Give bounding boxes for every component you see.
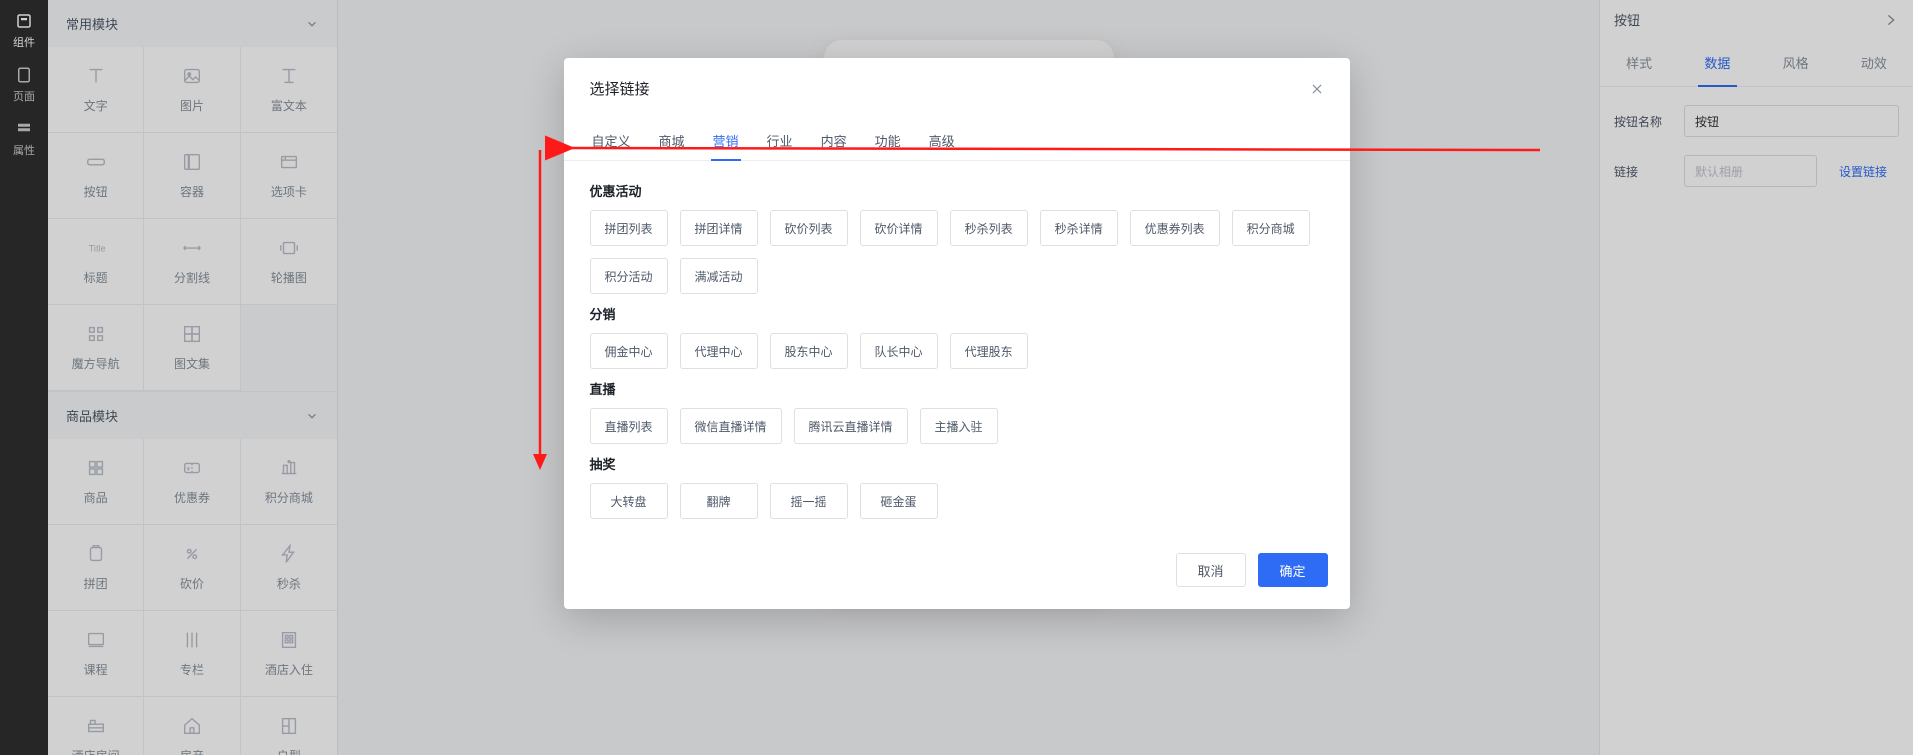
app-root: 组件 页面 属性 常用模块 文字图片富文本按钮容器选项卡Title标题分割线轮播…	[0, 0, 1913, 755]
chip-group: 大转盘翻牌摇一摇砸金蛋	[590, 483, 1324, 519]
link-chip[interactable]: 翻牌	[680, 483, 758, 519]
link-chip[interactable]: 主播入驻	[920, 408, 998, 444]
modal-tab[interactable]: 自定义	[590, 121, 633, 160]
link-section: 抽奖大转盘翻牌摇一摇砸金蛋	[590, 454, 1324, 519]
modal-tab[interactable]: 高级	[927, 121, 957, 160]
modal-header: 选择链接	[564, 58, 1350, 111]
link-chip[interactable]: 积分商城	[1232, 210, 1310, 246]
modal-body: 优惠活动拼团列表拼团详情砍价列表砍价详情秒杀列表秒杀详情优惠券列表积分商城积分活…	[564, 161, 1350, 537]
link-section: 直播直播列表微信直播详情腾讯云直播详情主播入驻	[590, 379, 1324, 444]
link-chip[interactable]: 拼团列表	[590, 210, 668, 246]
link-chip[interactable]: 微信直播详情	[680, 408, 782, 444]
link-chip[interactable]: 优惠券列表	[1130, 210, 1220, 246]
modal-tabs: 自定义商城营销行业内容功能高级	[564, 121, 1350, 161]
cancel-button[interactable]: 取消	[1176, 553, 1246, 587]
link-chip[interactable]: 积分活动	[590, 258, 668, 294]
link-chip[interactable]: 股东中心	[770, 333, 848, 369]
chip-group: 拼团列表拼团详情砍价列表砍价详情秒杀列表秒杀详情优惠券列表积分商城积分活动满减活…	[590, 210, 1324, 294]
link-chip[interactable]: 大转盘	[590, 483, 668, 519]
link-chip[interactable]: 腾讯云直播详情	[794, 408, 908, 444]
link-section-title: 分销	[590, 304, 1324, 323]
link-section-title: 优惠活动	[590, 181, 1324, 200]
link-chip[interactable]: 拼团详情	[680, 210, 758, 246]
link-picker-modal: 选择链接 自定义商城营销行业内容功能高级 优惠活动拼团列表拼团详情砍价列表砍价详…	[564, 58, 1350, 609]
link-chip[interactable]: 满减活动	[680, 258, 758, 294]
modal-footer: 取消 确定	[564, 537, 1350, 609]
link-section: 分销佣金中心代理中心股东中心队长中心代理股东	[590, 304, 1324, 369]
modal-tab[interactable]: 商城	[657, 121, 687, 160]
link-chip[interactable]: 代理中心	[680, 333, 758, 369]
modal-tab[interactable]: 营销	[711, 121, 741, 160]
modal-tab[interactable]: 行业	[765, 121, 795, 160]
link-chip[interactable]: 摇一摇	[770, 483, 848, 519]
modal-tab[interactable]: 内容	[819, 121, 849, 160]
link-chip[interactable]: 砍价详情	[860, 210, 938, 246]
link-chip[interactable]: 直播列表	[590, 408, 668, 444]
modal-title: 选择链接	[590, 78, 650, 99]
link-section-title: 抽奖	[590, 454, 1324, 473]
link-chip[interactable]: 代理股东	[950, 333, 1028, 369]
link-chip[interactable]: 队长中心	[860, 333, 938, 369]
link-section-title: 直播	[590, 379, 1324, 398]
link-chip[interactable]: 秒杀列表	[950, 210, 1028, 246]
link-chip[interactable]: 佣金中心	[590, 333, 668, 369]
link-section: 优惠活动拼团列表拼团详情砍价列表砍价详情秒杀列表秒杀详情优惠券列表积分商城积分活…	[590, 181, 1324, 294]
link-chip[interactable]: 砍价列表	[770, 210, 848, 246]
modal-tab[interactable]: 功能	[873, 121, 903, 160]
chip-group: 佣金中心代理中心股东中心队长中心代理股东	[590, 333, 1324, 369]
close-icon[interactable]	[1310, 82, 1324, 96]
chip-group: 直播列表微信直播详情腾讯云直播详情主播入驻	[590, 408, 1324, 444]
ok-button[interactable]: 确定	[1258, 553, 1328, 587]
link-chip[interactable]: 砸金蛋	[860, 483, 938, 519]
link-chip[interactable]: 秒杀详情	[1040, 210, 1118, 246]
